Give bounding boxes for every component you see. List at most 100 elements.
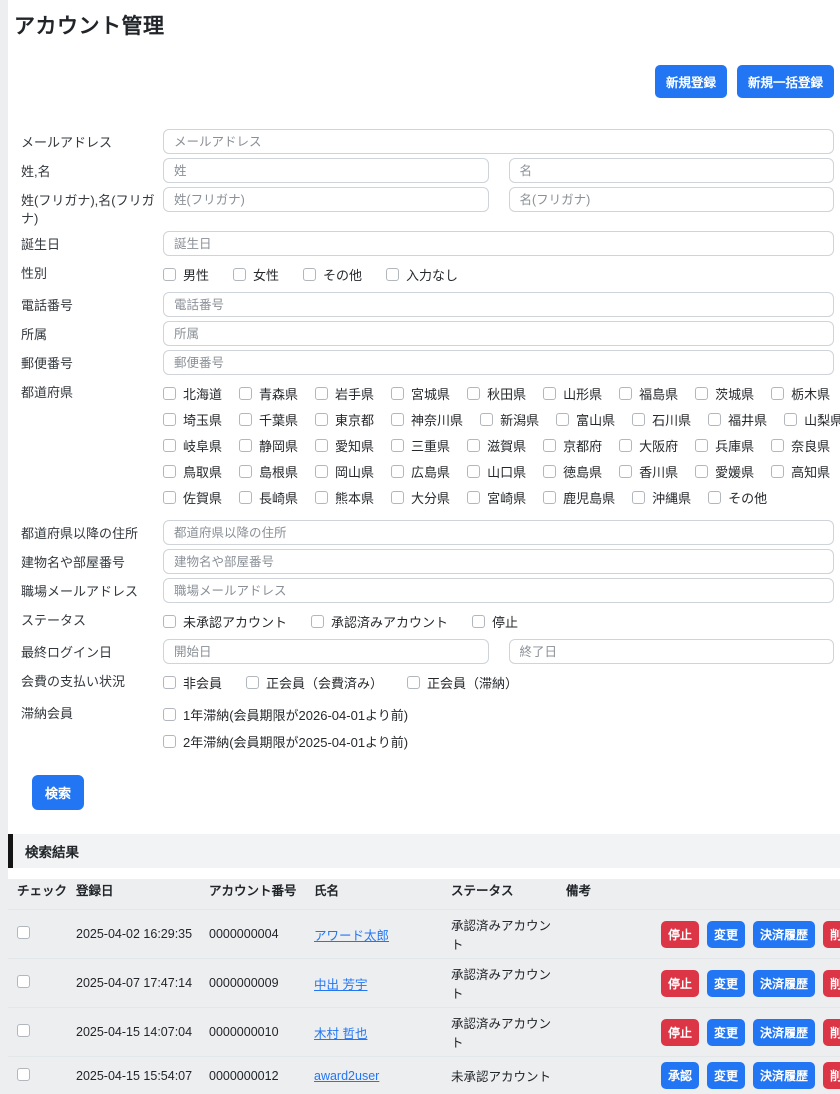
delete-button[interactable]: 削除 [823, 1062, 840, 1089]
gender-checkbox[interactable]: 入力なし [386, 265, 458, 284]
prefecture-checkbox[interactable]: 香川県 [619, 462, 678, 481]
prefecture-checkbox[interactable]: 宮城県 [391, 384, 450, 403]
prefecture-checkbox[interactable]: 北海道 [163, 384, 222, 403]
checkbox[interactable] [391, 387, 404, 400]
delete-button[interactable]: 削除 [823, 921, 840, 948]
approve-button[interactable]: 承認 [661, 1062, 699, 1089]
status-checkbox[interactable]: 停止 [472, 612, 518, 631]
prefecture-checkbox[interactable]: その他 [708, 488, 767, 507]
checkbox[interactable] [619, 439, 632, 452]
prefecture-checkbox[interactable]: 島根県 [239, 462, 298, 481]
checkbox[interactable] [163, 491, 176, 504]
work-email-field[interactable] [163, 578, 834, 603]
account-name-link[interactable]: 木村 哲也 [314, 1027, 367, 1041]
prefecture-checkbox[interactable]: 東京都 [315, 410, 374, 429]
prefecture-checkbox[interactable]: 鳥取県 [163, 462, 222, 481]
checkbox[interactable] [315, 465, 328, 478]
address-field[interactable] [163, 520, 834, 545]
prefecture-checkbox[interactable]: 山梨県 [784, 410, 840, 429]
checkbox[interactable] [556, 413, 569, 426]
edit-button[interactable]: 変更 [707, 1062, 745, 1089]
checkbox[interactable] [163, 387, 176, 400]
account-name-link[interactable]: award2user [314, 1069, 379, 1083]
prefecture-checkbox[interactable]: 静岡県 [239, 436, 298, 455]
payment-history-button[interactable]: 決済履歴 [753, 970, 815, 997]
checkbox[interactable] [467, 465, 480, 478]
first-name-kana-field[interactable] [509, 187, 835, 212]
prefecture-checkbox[interactable]: 石川県 [632, 410, 691, 429]
login-start-date-field[interactable] [163, 639, 489, 664]
prefecture-checkbox[interactable]: 大阪府 [619, 436, 678, 455]
prefecture-checkbox[interactable]: 青森県 [239, 384, 298, 403]
account-name-link[interactable]: アワード太郎 [314, 929, 389, 943]
login-end-date-field[interactable] [509, 639, 835, 664]
gender-checkbox[interactable]: その他 [303, 265, 362, 284]
prefecture-checkbox[interactable]: 神奈川県 [391, 410, 463, 429]
checkbox[interactable] [472, 615, 485, 628]
row-checkbox[interactable] [17, 1024, 30, 1037]
checkbox[interactable] [771, 387, 784, 400]
checkbox[interactable] [233, 268, 246, 281]
payment-history-button[interactable]: 決済履歴 [753, 921, 815, 948]
checkbox[interactable] [163, 439, 176, 452]
bulk-registration-button[interactable]: 新規一括登録 [737, 65, 834, 98]
prefecture-checkbox[interactable]: 宮崎県 [467, 488, 526, 507]
checkbox[interactable] [163, 735, 176, 748]
checkbox[interactable] [315, 491, 328, 504]
checkbox[interactable] [695, 387, 708, 400]
payment-checkbox[interactable]: 正会員（滞納） [407, 673, 518, 692]
prefecture-checkbox[interactable]: 富山県 [556, 410, 615, 429]
checkbox[interactable] [163, 268, 176, 281]
edit-button[interactable]: 変更 [707, 970, 745, 997]
last-name-field[interactable] [163, 158, 489, 183]
gender-checkbox[interactable]: 女性 [233, 265, 279, 284]
checkbox[interactable] [315, 439, 328, 452]
arrears-checkbox[interactable]: 2年滞納(会員期限が2025-04-01より前) [163, 732, 834, 751]
prefecture-checkbox[interactable]: 滋賀県 [467, 436, 526, 455]
prefecture-checkbox[interactable]: 山口県 [467, 462, 526, 481]
checkbox[interactable] [386, 268, 399, 281]
checkbox[interactable] [163, 615, 176, 628]
prefecture-checkbox[interactable]: 長崎県 [239, 488, 298, 507]
checkbox[interactable] [391, 465, 404, 478]
arrears-checkbox[interactable]: 1年滞納(会員期限が2026-04-01より前) [163, 705, 834, 724]
suspend-button[interactable]: 停止 [661, 970, 699, 997]
prefecture-checkbox[interactable]: 兵庫県 [695, 436, 754, 455]
checkbox[interactable] [467, 491, 480, 504]
checkbox[interactable] [391, 491, 404, 504]
checkbox[interactable] [239, 491, 252, 504]
prefecture-checkbox[interactable]: 茨城県 [695, 384, 754, 403]
prefecture-checkbox[interactable]: 新潟県 [480, 410, 539, 429]
payment-checkbox[interactable]: 非会員 [163, 673, 222, 692]
row-checkbox[interactable] [17, 975, 30, 988]
checkbox[interactable] [619, 465, 632, 478]
checkbox[interactable] [311, 615, 324, 628]
postal-field[interactable] [163, 350, 834, 375]
prefecture-checkbox[interactable]: 千葉県 [239, 410, 298, 429]
checkbox[interactable] [543, 491, 556, 504]
new-registration-button[interactable]: 新規登録 [655, 65, 727, 98]
checkbox[interactable] [771, 439, 784, 452]
checkbox[interactable] [543, 465, 556, 478]
checkbox[interactable] [632, 491, 645, 504]
prefecture-checkbox[interactable]: 佐賀県 [163, 488, 222, 507]
prefecture-checkbox[interactable]: 福井県 [708, 410, 767, 429]
checkbox[interactable] [391, 413, 404, 426]
prefecture-checkbox[interactable]: 奈良県 [771, 436, 830, 455]
account-name-link[interactable]: 中出 芳宇 [314, 978, 367, 992]
prefecture-checkbox[interactable]: 山形県 [543, 384, 602, 403]
prefecture-checkbox[interactable]: 沖縄県 [632, 488, 691, 507]
checkbox[interactable] [239, 387, 252, 400]
prefecture-checkbox[interactable]: 京都府 [543, 436, 602, 455]
checkbox[interactable] [784, 413, 797, 426]
prefecture-checkbox[interactable]: 三重県 [391, 436, 450, 455]
checkbox[interactable] [467, 387, 480, 400]
row-checkbox[interactable] [17, 926, 30, 939]
prefecture-checkbox[interactable]: 埼玉県 [163, 410, 222, 429]
prefecture-checkbox[interactable]: 福島県 [619, 384, 678, 403]
checkbox[interactable] [303, 268, 316, 281]
checkbox[interactable] [467, 439, 480, 452]
delete-button[interactable]: 削除 [823, 1019, 840, 1046]
checkbox[interactable] [708, 491, 721, 504]
prefecture-checkbox[interactable]: 広島県 [391, 462, 450, 481]
